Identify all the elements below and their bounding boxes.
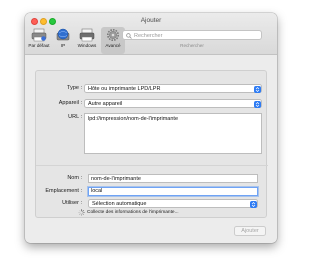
- url-label: URL :: [68, 114, 82, 120]
- device-popup[interactable]: Autre appareil: [84, 99, 262, 108]
- search-input[interactable]: [134, 31, 258, 40]
- type-label: Type :: [67, 85, 82, 91]
- location-label: Emplacement :: [45, 188, 82, 194]
- settings-panel: Type : Hôte ou imprimante LPD/LPR Appare…: [35, 70, 268, 218]
- chevron-updown-icon: [253, 100, 261, 108]
- url-field[interactable]: lpd://impression/nom-de-l'imprimante: [84, 113, 262, 154]
- type-popup[interactable]: Hôte ou imprimante LPD/LPR: [84, 84, 262, 93]
- add-printer-window: Ajouter Par défaut IP Windows Avancé Rec…: [25, 13, 277, 243]
- search-caption: Rechercher: [180, 43, 204, 48]
- toolbar: Ajouter Par défaut IP Windows Avancé Rec…: [25, 13, 277, 55]
- use-value: Sélection automatique: [92, 201, 147, 207]
- toolbar-default-button[interactable]: Par défaut: [27, 27, 51, 54]
- toolbar-windows-label: Windows: [77, 43, 97, 48]
- type-value: Hôte ou imprimante LPD/LPR: [88, 86, 161, 92]
- toolbar-default-label: Par défaut: [28, 43, 50, 48]
- add-button[interactable]: Ajouter: [234, 226, 266, 236]
- printer-default-icon: [31, 28, 47, 42]
- toolbar-ip-button[interactable]: IP: [51, 27, 75, 54]
- window-title: Ajouter: [140, 17, 162, 24]
- name-field[interactable]: nom-de-l'imprimante: [88, 174, 258, 183]
- section-divider: [36, 165, 268, 166]
- location-field[interactable]: local: [88, 187, 258, 196]
- chevron-updown-icon: [249, 200, 257, 208]
- windows-printer-icon: [79, 28, 95, 42]
- device-value: Autre appareil: [88, 101, 123, 107]
- spinner-icon: [78, 209, 85, 216]
- status-text: Collecte des informations de l'imprimant…: [87, 210, 179, 215]
- use-label: Utiliser :: [62, 200, 82, 206]
- globe-ip-icon: [56, 28, 70, 41]
- search-icon: [126, 32, 132, 39]
- chevron-updown-icon: [253, 85, 261, 93]
- use-popup[interactable]: Sélection automatique: [88, 199, 258, 208]
- toolbar-windows-button[interactable]: Windows: [75, 27, 99, 54]
- search-box: [122, 30, 262, 40]
- device-label: Appareil :: [58, 100, 82, 106]
- gear-icon: [107, 29, 119, 41]
- toolbar-ip-label: IP: [60, 43, 66, 48]
- name-label: Nom :: [67, 175, 82, 181]
